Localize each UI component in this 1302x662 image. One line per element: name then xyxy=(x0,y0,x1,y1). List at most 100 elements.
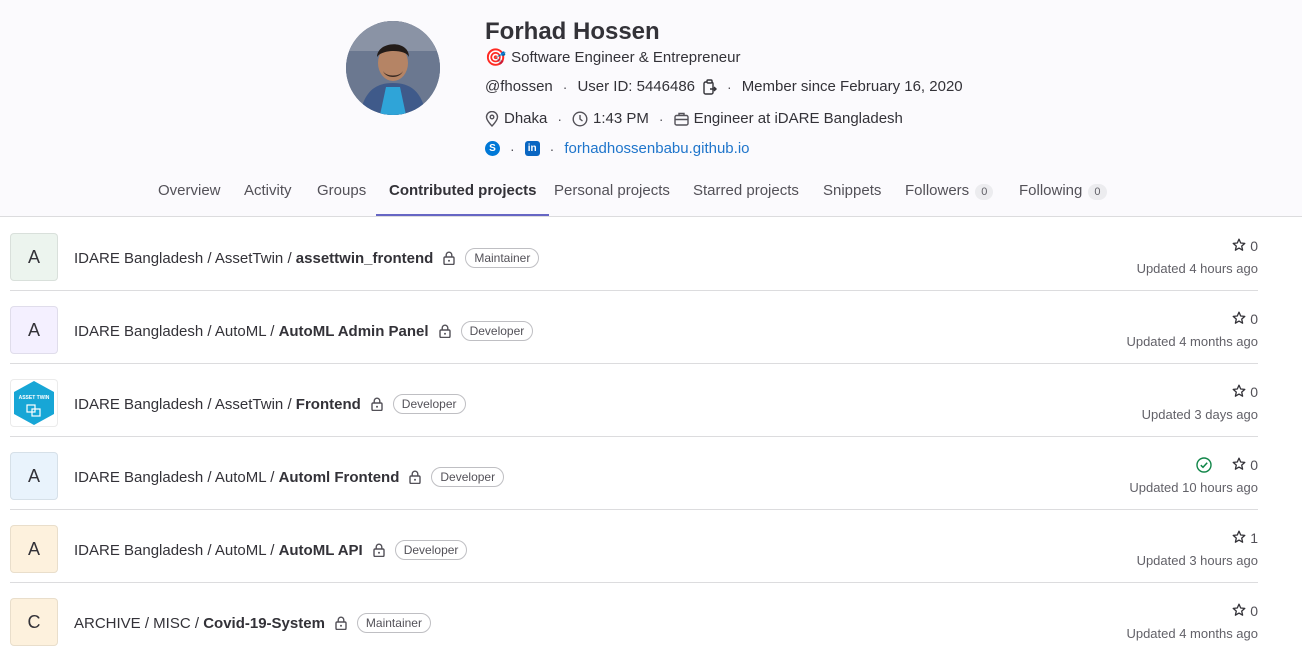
project-row: A IDARE Bangladesh / AutoML / Automl Fro… xyxy=(10,437,1258,510)
star-count[interactable]: 0 xyxy=(1129,457,1258,473)
project-namespace: IDARE Bangladesh / AutoML / xyxy=(74,468,275,486)
following-count-badge: 0 xyxy=(1088,184,1107,200)
local-time: 1:43 PM xyxy=(593,110,649,127)
updated-time: Updated 4 hours ago xyxy=(1136,261,1258,276)
user-name: Forhad Hossen xyxy=(485,18,660,45)
project-avatar[interactable]: A xyxy=(10,306,58,354)
project-row: C ARCHIVE / MISC / Covid-19-System Maint… xyxy=(10,583,1258,656)
linkedin-icon[interactable]: in xyxy=(524,141,540,156)
project-avatar[interactable]: A xyxy=(10,452,58,500)
project-title[interactable]: IDARE Bangladesh / AutoML / AutoML API D… xyxy=(74,540,468,560)
profile-tabs: Overview Activity Groups Contributed pro… xyxy=(0,172,1302,217)
role-badge: Developer xyxy=(392,394,466,414)
skype-icon[interactable]: S xyxy=(485,141,500,156)
project-avatar[interactable]: ASSET TWIN xyxy=(10,379,58,427)
pipeline-passed-icon[interactable] xyxy=(1196,457,1212,473)
clock-icon xyxy=(572,110,588,127)
member-since: Member since February 16, 2020 xyxy=(741,78,963,95)
tab-snippets[interactable]: Snippets xyxy=(823,172,881,216)
project-namespace: ARCHIVE / MISC / xyxy=(74,614,200,632)
project-namespace: IDARE Bangladesh / AutoML / xyxy=(74,322,275,340)
project-name[interactable]: Covid-19-System xyxy=(203,615,325,632)
separator: · xyxy=(549,140,555,157)
user-meta-row: @fhossen · User ID: 5446486 · Member sin… xyxy=(485,78,963,95)
project-row: A IDARE Bangladesh / AutoML / AutoML Adm… xyxy=(10,291,1258,364)
briefcase-icon xyxy=(673,112,689,126)
role-badge: Maintainer xyxy=(465,248,540,268)
star-icon xyxy=(1232,603,1246,620)
lock-icon xyxy=(443,251,456,265)
project-name[interactable]: Automl Frontend xyxy=(279,469,400,486)
project-title[interactable]: IDARE Bangladesh / AutoML / AutoML Admin… xyxy=(74,321,534,341)
tab-starred-projects[interactable]: Starred projects xyxy=(693,172,799,216)
project-name[interactable]: assettwin_frontend xyxy=(296,250,434,267)
star-count[interactable]: 0 xyxy=(1126,311,1258,327)
tab-contributed-projects[interactable]: Contributed projects xyxy=(376,172,549,216)
project-title[interactable]: IDARE Bangladesh / AssetTwin / assettwin… xyxy=(74,248,540,268)
project-meta: 0 Updated 4 months ago xyxy=(1126,603,1258,641)
star-icon xyxy=(1232,311,1246,328)
project-name[interactable]: AutoML Admin Panel xyxy=(279,323,429,340)
project-row: A IDARE Bangladesh / AutoML / AutoML API… xyxy=(10,510,1258,583)
separator: · xyxy=(562,78,568,95)
lock-icon xyxy=(371,397,383,411)
project-title[interactable]: IDARE Bangladesh / AssetTwin / Frontend … xyxy=(74,394,466,414)
tab-groups[interactable]: Groups xyxy=(317,172,366,216)
tab-following[interactable]: Following 0 xyxy=(1019,172,1107,216)
project-namespace: IDARE Bangladesh / AssetTwin / xyxy=(74,395,292,413)
lock-icon xyxy=(438,324,451,338)
updated-time: Updated 10 hours ago xyxy=(1129,480,1258,495)
user-details-row: Dhaka · 1:43 PM · Engineer at iDARE Bang… xyxy=(485,110,903,127)
project-meta: 0 Updated 3 days ago xyxy=(1142,384,1258,422)
project-avatar[interactable]: C xyxy=(10,598,58,646)
tab-activity[interactable]: Activity xyxy=(244,172,292,216)
separator: · xyxy=(658,110,664,127)
lock-icon xyxy=(373,543,385,557)
updated-time: Updated 4 months ago xyxy=(1126,626,1258,641)
project-title[interactable]: IDARE Bangladesh / AutoML / Automl Front… xyxy=(74,467,505,487)
star-count[interactable]: 0 xyxy=(1142,384,1258,400)
project-row: ASSET TWIN IDARE Bangladesh / AssetTwin … xyxy=(10,364,1258,437)
user-bio: 🎯 Software Engineer & Entrepreneur xyxy=(485,49,740,66)
star-icon xyxy=(1232,530,1246,547)
job-title: Engineer at iDARE Bangladesh xyxy=(693,110,903,127)
project-meta: 0 Updated 4 hours ago xyxy=(1137,238,1258,276)
star-icon xyxy=(1232,238,1246,255)
project-row: A IDARE Bangladesh / AssetTwin / assettw… xyxy=(10,218,1258,291)
svg-text:ASSET TWIN: ASSET TWIN xyxy=(19,395,50,401)
role-badge: Developer xyxy=(394,540,468,560)
tab-overview[interactable]: Overview xyxy=(158,172,221,216)
lock-icon xyxy=(335,616,347,630)
star-count[interactable]: 1 xyxy=(1137,530,1258,546)
project-title[interactable]: ARCHIVE / MISC / Covid-19-System Maintai… xyxy=(74,613,431,633)
star-icon xyxy=(1232,457,1246,474)
star-icon xyxy=(1232,384,1246,401)
profile-header: Forhad Hossen 🎯 Software Engineer & Entr… xyxy=(0,0,1302,217)
location: Dhaka xyxy=(504,110,548,127)
tab-followers[interactable]: Followers 0 xyxy=(905,172,994,216)
website-link[interactable]: forhadhossenbabu.github.io xyxy=(564,140,749,157)
role-badge: Developer xyxy=(460,321,534,341)
updated-time: Updated 3 hours ago xyxy=(1136,553,1258,568)
tab-personal-projects[interactable]: Personal projects xyxy=(554,172,670,216)
social-links-row: S · in · forhadhossenbabu.github.io xyxy=(485,140,750,157)
separator: · xyxy=(727,78,732,95)
project-name[interactable]: AutoML API xyxy=(279,542,363,559)
username: @fhossen xyxy=(485,78,553,95)
separator: · xyxy=(510,140,515,157)
project-avatar[interactable]: A xyxy=(10,525,58,573)
star-count[interactable]: 0 xyxy=(1126,603,1258,619)
copy-icon[interactable] xyxy=(703,78,718,95)
separator: · xyxy=(557,110,563,127)
project-meta: 0 Updated 4 months ago xyxy=(1126,311,1258,349)
project-avatar[interactable]: A xyxy=(10,233,58,281)
project-meta: 0 Updated 10 hours ago xyxy=(1129,457,1258,495)
updated-time: Updated 4 months ago xyxy=(1126,334,1258,349)
project-name[interactable]: Frontend xyxy=(296,396,361,413)
project-list: A IDARE Bangladesh / AssetTwin / assettw… xyxy=(10,218,1258,656)
star-count[interactable]: 0 xyxy=(1137,238,1258,254)
user-id: User ID: 5446486 xyxy=(577,78,696,95)
user-avatar[interactable] xyxy=(346,21,440,115)
project-namespace: IDARE Bangladesh / AutoML / xyxy=(74,541,275,559)
project-namespace: IDARE Bangladesh / AssetTwin / xyxy=(74,249,292,267)
